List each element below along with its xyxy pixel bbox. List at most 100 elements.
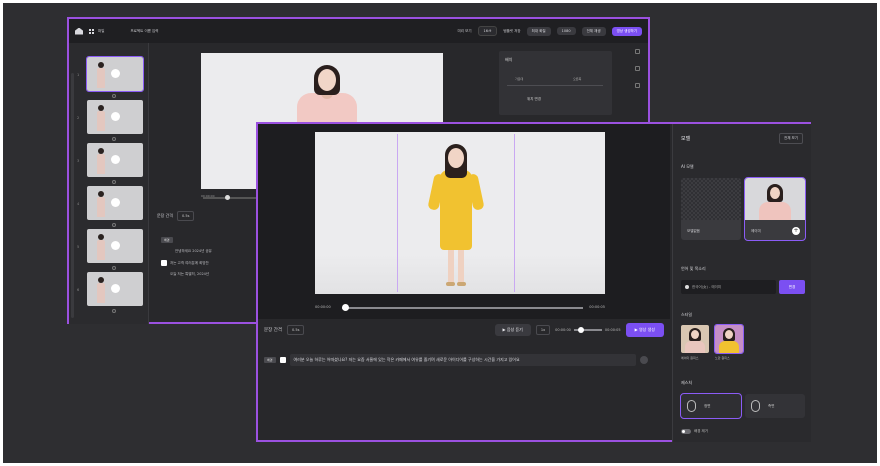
play-all-button[interactable]: 전체 재생 bbox=[581, 26, 606, 36]
project-name[interactable]: 프로젝트 이름 입력 bbox=[130, 29, 158, 34]
template-button[interactable]: 템플릿 저장 bbox=[503, 29, 520, 34]
slide-scrollbar[interactable] bbox=[71, 73, 74, 318]
play-dot-icon bbox=[111, 69, 120, 78]
presenter-avatar[interactable] bbox=[427, 144, 485, 294]
preview-button[interactable]: 미리 보기 bbox=[458, 29, 472, 34]
gap-label: 문장 간격 bbox=[157, 213, 173, 218]
gesture-option-side[interactable]: 측면 bbox=[745, 394, 805, 418]
avatar-figure bbox=[97, 191, 105, 217]
quality-select[interactable]: 최대 화질 bbox=[526, 26, 551, 36]
voice-field[interactable]: 한국어(女) - 에이미 bbox=[681, 280, 776, 294]
script-line[interactable]: 오늘 저는 특별히, 2024년 bbox=[161, 272, 271, 277]
slide-thumbnail[interactable] bbox=[87, 229, 143, 263]
script-line: 배경 여러분 오늘 하루는 어떠셨나요? 저는 요즘 서울에 있는 작은 카페에… bbox=[264, 353, 648, 367]
position-option-center[interactable]: 가운데 bbox=[515, 77, 523, 81]
preview-canvas[interactable] bbox=[315, 132, 605, 294]
script-text: 저는 고객 여러분께 희망찬 bbox=[170, 260, 209, 265]
slide-thumbnail[interactable] bbox=[87, 100, 143, 134]
back-gap-control: 문장 간격 0.5s bbox=[151, 211, 261, 221]
model-panel: 모델 전체 보기 AI 모델 모델없음 에이미 + 언어 및 목소리 한국어(女… bbox=[672, 124, 811, 442]
grid-icon bbox=[89, 28, 94, 34]
ai-model-section: AI 모델 bbox=[681, 164, 694, 169]
slide-menu-icon[interactable] bbox=[112, 94, 116, 98]
gesture-label: 측면 bbox=[768, 403, 775, 408]
slide-thumbnail[interactable] bbox=[87, 143, 143, 177]
avatar-figure bbox=[97, 277, 105, 303]
model-photo bbox=[745, 178, 805, 220]
speaker-icon bbox=[685, 285, 689, 289]
avatar-figure bbox=[97, 148, 105, 174]
timeline-knob[interactable] bbox=[225, 195, 230, 200]
script-line[interactable]: 저는 고객 여러분께 희망찬 bbox=[161, 260, 271, 266]
slide-menu-icon[interactable] bbox=[112, 266, 116, 270]
clip-time-end: 00:00:05 bbox=[604, 328, 621, 332]
script-text-input[interactable]: 여러분 오늘 하루는 어떠셨나요? 저는 요즘 서울에 있는 작은 카페에서 여… bbox=[289, 354, 636, 366]
video-timeline[interactable]: 00:00:00 00:00:05 bbox=[315, 304, 605, 312]
change-position-button[interactable]: 위치 변경 bbox=[527, 97, 541, 102]
style-thumb-2[interactable] bbox=[714, 324, 744, 354]
ratio-select[interactable]: 16:9 bbox=[477, 26, 498, 36]
menu-button[interactable]: 파일 bbox=[89, 28, 105, 34]
speed-select[interactable]: 1x bbox=[535, 325, 551, 335]
resolution-select[interactable]: 1080 bbox=[556, 27, 576, 35]
slide-number: 6 bbox=[77, 288, 80, 292]
style-caption: 노란 원피스 bbox=[715, 356, 730, 360]
script-text: 안녕하세요 2024년 공유 bbox=[175, 249, 212, 253]
text-tool-icon[interactable] bbox=[634, 49, 640, 54]
slide-menu-icon[interactable] bbox=[112, 309, 116, 313]
background-tag[interactable]: 배경 bbox=[264, 357, 276, 363]
screenshot-stage: 파일 프로젝트 이름 입력 미리 보기 16:9 템플릿 저장 최대 화질 10… bbox=[3, 3, 877, 463]
avatar-figure bbox=[97, 62, 105, 88]
background-remove-toggle[interactable] bbox=[681, 429, 691, 434]
script-line[interactable]: 배경 bbox=[161, 237, 271, 243]
slide-number: 1 bbox=[77, 73, 80, 77]
slide-list: 1 2 3 4 5 6 bbox=[69, 43, 149, 324]
time-current: 00:00:00 bbox=[315, 305, 331, 309]
slide-menu-icon[interactable] bbox=[112, 137, 116, 141]
panel-title: 배치 bbox=[505, 57, 513, 62]
clip-track[interactable] bbox=[573, 327, 602, 333]
change-voice-button[interactable]: 변경 bbox=[779, 280, 805, 294]
image-tool-icon[interactable] bbox=[634, 83, 640, 88]
voice-selector: 한국어(女) - 에이미 변경 bbox=[681, 280, 805, 294]
clip-knob[interactable] bbox=[577, 327, 584, 333]
panel-title: 모델 bbox=[681, 136, 691, 142]
menu-label: 파일 bbox=[98, 28, 105, 33]
view-all-button[interactable]: 전체 보기 bbox=[779, 133, 803, 144]
clip-timeline[interactable]: 00:00:00 00:00:05 bbox=[555, 327, 621, 333]
slide-menu-icon[interactable] bbox=[112, 180, 116, 184]
gap-select[interactable]: 0.5s bbox=[287, 325, 305, 335]
gesture-label: 정면 bbox=[704, 403, 711, 408]
voice-section: 언어 및 목소리 bbox=[681, 266, 706, 271]
slide-thumbnail[interactable] bbox=[86, 56, 144, 92]
create-video-button[interactable]: 영상 생성하기 bbox=[611, 26, 642, 36]
slide-menu-icon[interactable] bbox=[112, 223, 116, 227]
slide-thumbnail[interactable] bbox=[87, 186, 143, 220]
playback-controls: 문장 간격 0.5s ▶ 음성 듣기 1x 00:00:00 00:00:05 … bbox=[258, 321, 670, 339]
background-tag[interactable]: 배경 bbox=[161, 237, 173, 243]
remove-line-icon[interactable] bbox=[640, 356, 648, 364]
gesture-option-front[interactable]: 정면 bbox=[680, 393, 742, 419]
avatar-figure bbox=[97, 234, 105, 260]
script-line[interactable]: 안녕하세요 2024년 공유 bbox=[161, 249, 271, 254]
layers-tool-icon[interactable] bbox=[634, 66, 640, 71]
model-card-none[interactable]: 모델없음 bbox=[681, 178, 741, 240]
gesture-section: 제스처 bbox=[681, 380, 693, 385]
listen-voice-button[interactable]: ▶ 음성 듣기 bbox=[494, 324, 531, 336]
play-dot-icon bbox=[111, 198, 120, 207]
position-option-right[interactable]: 오른쪽 bbox=[573, 77, 581, 81]
model-card-amy[interactable]: 에이미 + bbox=[744, 177, 806, 241]
generate-video-button[interactable]: ▶ 영상 생성 bbox=[625, 323, 664, 337]
timeline-knob[interactable] bbox=[342, 304, 349, 311]
gesture-icon bbox=[751, 400, 760, 412]
add-icon[interactable]: + bbox=[792, 227, 800, 235]
slide-thumbnail[interactable] bbox=[87, 272, 143, 306]
toggle-label: 배경 제거 bbox=[694, 429, 708, 433]
style-thumb-1[interactable] bbox=[681, 325, 709, 353]
model-caption: 에이미 bbox=[751, 229, 761, 233]
play-dot-icon bbox=[111, 241, 120, 250]
home-icon[interactable] bbox=[75, 27, 83, 35]
gap-select[interactable]: 0.5s bbox=[177, 211, 195, 221]
timeline-track[interactable] bbox=[342, 307, 583, 309]
slide-number: 2 bbox=[77, 116, 80, 120]
